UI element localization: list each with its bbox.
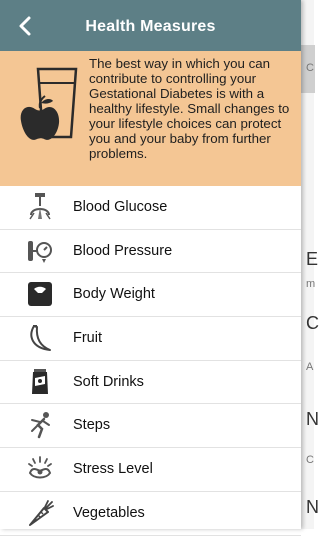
measure-label: Stress Level — [73, 461, 153, 478]
measure-label: Steps — [73, 417, 111, 434]
list-item-blood-pressure[interactable]: Blood Pressure — [0, 230, 301, 274]
glucose-meter-icon — [29, 193, 51, 220]
list-item-steps[interactable]: Steps — [0, 404, 301, 449]
measure-label: Soft Drinks — [73, 373, 144, 390]
scale-icon — [28, 282, 52, 307]
stress-icon — [28, 456, 52, 479]
carrot-icon — [29, 499, 54, 526]
running-icon — [31, 412, 50, 439]
measures-list: Blood Glucose Blood Pressure Body Weight — [0, 186, 301, 536]
list-item-fruit[interactable]: Fruit — [0, 317, 301, 361]
apple-and-glass-icon — [20, 67, 78, 140]
info-banner: The best way in which you can contribute… — [0, 51, 301, 186]
list-item-soft-drinks[interactable]: Soft Drinks — [0, 361, 301, 405]
list-item-body-weight[interactable]: Body Weight — [0, 273, 301, 318]
blood-pressure-icon — [28, 240, 52, 263]
banana-icon — [30, 325, 51, 352]
banner-text: The best way in which you can contribute… — [89, 56, 290, 161]
background-text: C — [306, 313, 319, 333]
measure-label: Blood Pressure — [73, 242, 173, 259]
measure-label: Blood Glucose — [73, 199, 168, 215]
background-text: A — [306, 361, 314, 373]
background-text: C — [306, 454, 314, 466]
background-text: N — [306, 409, 319, 429]
background-text: m — [306, 278, 316, 290]
list-item-blood-glucose[interactable]: Blood Glucose — [0, 186, 301, 230]
soda-can-icon — [32, 368, 48, 394]
measure-label: Body Weight — [73, 286, 155, 303]
measure-label: Fruit — [73, 330, 102, 347]
background-text: E — [306, 249, 319, 269]
health-measures-drawer: Health Measures The best way in which yo… — [0, 0, 301, 536]
measure-label: Vegetables — [73, 504, 145, 521]
header-bar: Health Measures — [0, 0, 301, 51]
background-text: C — [306, 62, 314, 74]
background-text: N — [306, 497, 319, 517]
page-title: Health Measures — [85, 18, 216, 35]
list-item-stress-level[interactable]: Stress Level — [0, 448, 301, 492]
